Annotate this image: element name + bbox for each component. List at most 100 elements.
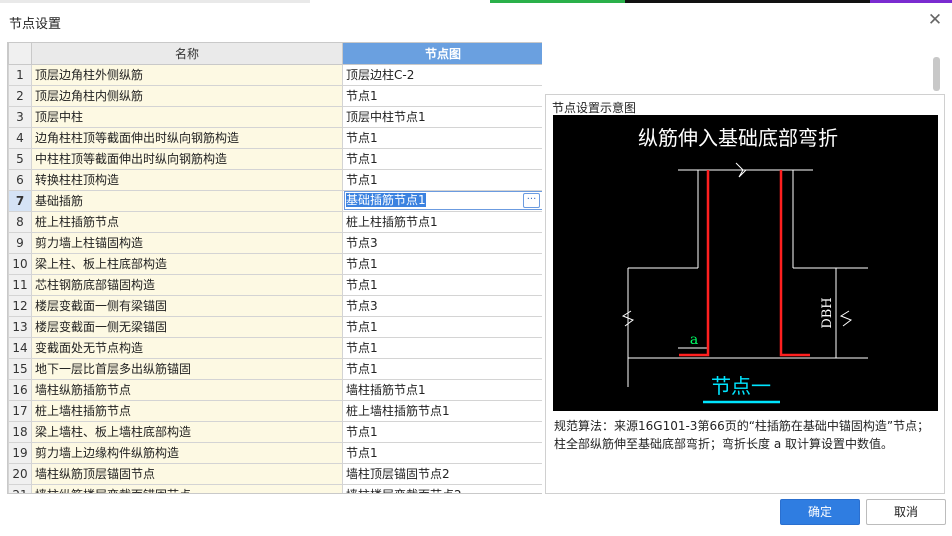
table-row[interactable]: 17 桩上墙柱插筋节点 桩上墙柱插筋节点1	[8, 399, 542, 422]
row-index[interactable]: 5	[8, 147, 32, 170]
row-index[interactable]: 20	[8, 462, 32, 485]
node-settings-grid: 名称 节点图 1 顶层边角柱外侧纵筋 顶层边柱C-2 2 顶层边角柱内侧纵筋 节点1 3 顶层…	[7, 42, 542, 494]
table-row[interactable]: 18 梁上墙柱、板上墙柱底部构造 节点1	[8, 420, 542, 443]
table-row[interactable]: 7 基础插筋 基础插筋节点1 ···	[8, 189, 542, 212]
row-name-cell[interactable]: 桩上墙柱插筋节点	[31, 399, 343, 422]
row-name-cell[interactable]: 剪力墙上柱锚固构造	[31, 231, 343, 254]
row-index[interactable]: 8	[8, 210, 32, 233]
table-row[interactable]: 9 剪力墙上柱锚固构造 节点3	[8, 231, 542, 254]
row-index[interactable]: 16	[8, 378, 32, 401]
row-index[interactable]: 3	[8, 105, 32, 128]
table-row[interactable]: 3 顶层中柱 顶层中柱节点1	[8, 105, 542, 128]
row-index[interactable]: 13	[8, 315, 32, 338]
table-row[interactable]: 1 顶层边角柱外侧纵筋 顶层边柱C-2	[8, 63, 542, 86]
table-row[interactable]: 12 楼层变截面一侧有梁锚固 节点3	[8, 294, 542, 317]
row-name-cell[interactable]: 基础插筋	[31, 189, 343, 212]
header-node-diagram[interactable]: 节点图	[342, 43, 542, 65]
row-name-cell[interactable]: 墙柱纵筋插筋节点	[31, 378, 343, 401]
row-index[interactable]: 10	[8, 252, 32, 275]
row-node-cell[interactable]: 节点1	[342, 126, 542, 149]
row-index[interactable]: 11	[8, 273, 32, 296]
row-index[interactable]: 7	[8, 189, 32, 212]
table-row[interactable]: 20 墙柱纵筋顶层锚固节点 墙柱顶层锚固节点2	[8, 462, 542, 485]
row-node-cell[interactable]: 桩上墙柱插筋节点1	[342, 399, 542, 422]
node-cell-editor[interactable]: 基础插筋节点1 ···	[344, 191, 542, 210]
table-row[interactable]: 16 墙柱纵筋插筋节点 墙柱插筋节点1	[8, 378, 542, 401]
row-index[interactable]: 14	[8, 336, 32, 359]
row-node-cell[interactable]: 墙柱插筋节点1	[342, 378, 542, 401]
table-row[interactable]: 21墙柱纵筋楼层变截面锚固节点墙柱楼层变截面节点2	[8, 483, 542, 493]
table-row[interactable]: 6 转换柱柱顶构造 节点1	[8, 168, 542, 191]
row-node-cell[interactable]: 节点1	[342, 252, 542, 275]
row-name-cell[interactable]: 中柱柱顶等截面伸出时纵向钢筋构造	[31, 147, 343, 170]
row-index[interactable]: 4	[8, 126, 32, 149]
header-index	[8, 43, 32, 65]
row-index[interactable]: 21	[8, 483, 32, 493]
row-name-cell[interactable]: 梁上柱、板上柱底部构造	[31, 252, 343, 275]
row-name-cell[interactable]: 楼层变截面一侧无梁锚固	[31, 315, 343, 338]
row-index[interactable]: 9	[8, 231, 32, 254]
row-node-cell[interactable]: 墙柱楼层变截面节点2	[342, 483, 542, 493]
row-name-cell[interactable]: 转换柱柱顶构造	[31, 168, 343, 191]
row-name-cell[interactable]: 顶层中柱	[31, 105, 343, 128]
row-node-cell[interactable]: 节点1	[342, 168, 542, 191]
row-node-cell[interactable]: 顶层中柱节点1	[342, 105, 542, 128]
row-index[interactable]: 6	[8, 168, 32, 191]
column-outline	[621, 162, 868, 387]
row-name-cell[interactable]: 芯柱钢筋底部锚固构造	[31, 273, 343, 296]
row-name-cell[interactable]: 边角柱柱顶等截面伸出时纵向钢筋构造	[31, 126, 343, 149]
cancel-button[interactable]: 取消	[866, 499, 946, 525]
header-name[interactable]: 名称	[31, 43, 343, 65]
table-row[interactable]: 10 梁上柱、板上柱底部构造 节点1	[8, 252, 542, 275]
vertical-scrollbar-thumb[interactable]	[933, 57, 940, 91]
row-node-cell[interactable]: 节点3	[342, 231, 542, 254]
ok-button[interactable]: 确定	[780, 499, 860, 525]
row-node-cell[interactable]: 基础插筋节点1 ···	[342, 189, 542, 212]
table-row[interactable]: 8 桩上柱插筋节点 桩上柱插筋节点1	[8, 210, 542, 233]
table-row[interactable]: 11 芯柱钢筋底部锚固构造 节点1	[8, 273, 542, 296]
row-node-cell[interactable]: 节点1	[342, 315, 542, 338]
diagram-caption: 节点一	[711, 374, 771, 398]
row-index[interactable]: 12	[8, 294, 32, 317]
row-name-cell[interactable]: 顶层边角柱外侧纵筋	[31, 63, 343, 86]
table-row[interactable]: 14 变截面处无节点构造 节点1	[8, 336, 542, 359]
row-index[interactable]: 19	[8, 441, 32, 464]
row-name-cell[interactable]: 变截面处无节点构造	[31, 336, 343, 359]
row-node-cell[interactable]: 节点1	[342, 84, 542, 107]
row-name-cell[interactable]: 楼层变截面一侧有梁锚固	[31, 294, 343, 317]
dialog-title: 节点设置	[9, 17, 62, 32]
row-name-cell[interactable]: 桩上柱插筋节点	[31, 210, 343, 233]
row-node-cell[interactable]: 墙柱顶层锚固节点2	[342, 462, 542, 485]
row-name-cell[interactable]: 梁上墙柱、板上墙柱底部构造	[31, 420, 343, 443]
row-node-cell[interactable]: 节点3	[342, 294, 542, 317]
row-index[interactable]: 1	[8, 63, 32, 86]
table-row[interactable]: 19 剪力墙上边缘构件纵筋构造 节点1	[8, 441, 542, 464]
row-name-cell[interactable]: 墙柱纵筋楼层变截面锚固节点	[31, 483, 343, 493]
ellipsis-button[interactable]: ···	[523, 193, 540, 208]
algorithm-description: 规范算法：来源16G101-3第66页的“柱插筋在基础中锚固构造”节点；柱全部纵…	[554, 419, 930, 451]
row-name-cell[interactable]: 剪力墙上边缘构件纵筋构造	[31, 441, 343, 464]
rebar-left	[679, 170, 710, 357]
table-row[interactable]: 4 边角柱柱顶等截面伸出时纵向钢筋构造 节点1	[8, 126, 542, 149]
table-row[interactable]: 2 顶层边角柱内侧纵筋 节点1	[8, 84, 542, 107]
table-row[interactable]: 15 地下一层比首层多出纵筋锚固 节点1	[8, 357, 542, 380]
row-index[interactable]: 18	[8, 420, 32, 443]
row-node-cell[interactable]: 节点1	[342, 147, 542, 170]
row-node-cell[interactable]: 节点1	[342, 357, 542, 380]
row-index[interactable]: 2	[8, 84, 32, 107]
node-cell-selected-text[interactable]: 基础插筋节点1	[346, 193, 426, 207]
row-name-cell[interactable]: 地下一层比首层多出纵筋锚固	[31, 357, 343, 380]
row-name-cell[interactable]: 顶层边角柱内侧纵筋	[31, 84, 343, 107]
row-node-cell[interactable]: 节点1	[342, 273, 542, 296]
row-node-cell[interactable]: 节点1	[342, 336, 542, 359]
row-index[interactable]: 17	[8, 399, 32, 422]
row-name-cell[interactable]: 墙柱纵筋顶层锚固节点	[31, 462, 343, 485]
row-node-cell[interactable]: 顶层边柱C-2	[342, 63, 542, 86]
row-node-cell[interactable]: 节点1	[342, 420, 542, 443]
table-row[interactable]: 5 中柱柱顶等截面伸出时纵向钢筋构造 节点1	[8, 147, 542, 170]
table-row[interactable]: 13 楼层变截面一侧无梁锚固 节点1	[8, 315, 542, 338]
close-icon[interactable]: ✕	[926, 11, 944, 29]
row-index[interactable]: 15	[8, 357, 32, 380]
row-node-cell[interactable]: 桩上柱插筋节点1	[342, 210, 542, 233]
row-node-cell[interactable]: 节点1	[342, 441, 542, 464]
